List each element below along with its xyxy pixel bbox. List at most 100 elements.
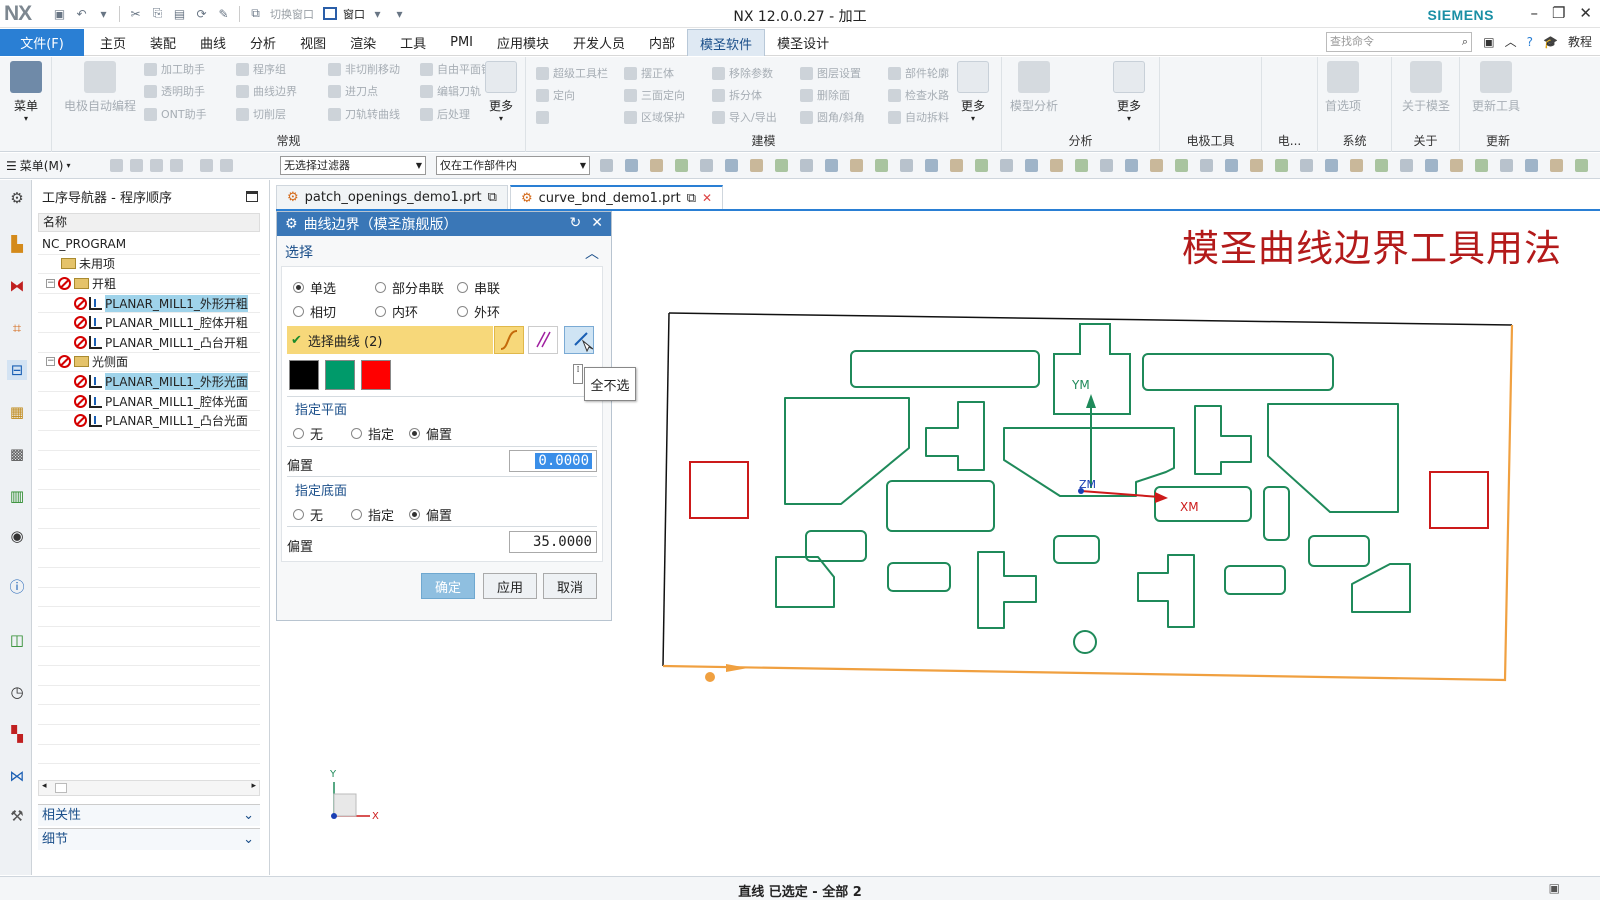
dependencies-panel[interactable]: 相关性 ⌄ (38, 804, 260, 826)
selection-tool-icon[interactable] (170, 159, 183, 172)
snap-tool-icon[interactable] (950, 159, 963, 172)
file-menu[interactable]: 文件(F) (0, 29, 84, 56)
radio-outer-loop[interactable]: 外环 (457, 302, 500, 321)
cg-cmd-cg2-0[interactable]: ONT助手 (144, 106, 222, 122)
ribbon-tab-12[interactable]: 模圣设计 (765, 29, 841, 56)
tree-row[interactable]: − 光侧面 (38, 353, 260, 373)
snap-tool-icon[interactable] (675, 159, 688, 172)
fullscreen-icon[interactable]: ▣ (1483, 35, 1494, 49)
snap-tool-icon[interactable] (1425, 159, 1438, 172)
ok-button[interactable]: 确定 (421, 573, 475, 599)
ribbon-tab-3[interactable]: 分析 (238, 29, 288, 56)
snap-tool-icon[interactable] (600, 159, 613, 172)
color-swatch-1[interactable] (325, 360, 355, 390)
part-navigator-icon[interactable]: ⌗ (7, 318, 27, 338)
cancel-button[interactable]: 取消 (543, 573, 597, 599)
tutorial-label[interactable]: 教程 (1568, 33, 1592, 50)
reuse-library-icon[interactable]: ▦ (7, 402, 27, 422)
tree-row[interactable]: − 开粗 (38, 274, 260, 294)
snap-tool-icon[interactable] (1375, 159, 1388, 172)
selection-tool-icon[interactable] (130, 159, 143, 172)
snap-tool-icon[interactable] (1275, 159, 1288, 172)
jm-cmd-jm0-1[interactable]: 摆正体 (624, 65, 700, 81)
selection-scope-select[interactable]: 仅在工作部件内 ▼ (436, 156, 590, 175)
more-button-2[interactable]: 更多 ▾ (950, 61, 996, 123)
jm-cmd-jm1-2[interactable]: 拆分体 (712, 87, 788, 103)
tree-row[interactable]: PLANAR_MILL1_凸台开粗 (38, 333, 260, 353)
history-icon[interactable]: ◉ (7, 526, 27, 546)
ribbon-tab-11[interactable]: 模圣软件 (687, 29, 766, 56)
tree-row[interactable]: PLANAR_MILL1_腔体开粗 (38, 313, 260, 333)
clock-icon[interactable]: ◷ (7, 682, 27, 702)
graphics-window[interactable] (612, 212, 1600, 874)
snap-tool-icon[interactable] (975, 159, 988, 172)
snap-tool-icon[interactable] (1575, 159, 1588, 172)
ribbon-tab-8[interactable]: 应用模块 (485, 29, 561, 56)
snap-tool-icon[interactable] (875, 159, 888, 172)
tree-row[interactable]: PLANAR_MILL1_腔体光面 (38, 392, 260, 412)
snap-tool-icon[interactable] (1300, 159, 1313, 172)
snap-tool-icon[interactable] (775, 159, 788, 172)
ribbon-tab-9[interactable]: 开发人员 (561, 29, 637, 56)
menu-big-button[interactable]: 菜单 ▾ (3, 61, 49, 123)
tutorial-icon[interactable]: 🎓 (1543, 35, 1558, 49)
plane-radio-specify[interactable]: 指定 (351, 424, 394, 443)
minimize-icon[interactable]: – (1530, 4, 1538, 22)
plane-offset-input[interactable]: 0.0000 (509, 450, 597, 472)
snap-tool-icon[interactable] (1050, 159, 1063, 172)
scroll-thumb[interactable] (55, 783, 67, 793)
ribbon-tab-10[interactable]: 内部 (637, 29, 687, 56)
floor-radio-specify[interactable]: 指定 (351, 505, 394, 524)
snap-tool-icon[interactable] (1500, 159, 1513, 172)
doc-tab-patch-openings[interactable]: ⚙ patch_openings_demo1.prt ⧉ (276, 185, 508, 209)
snap-tool-icon[interactable] (1550, 159, 1563, 172)
maximize-icon[interactable] (246, 191, 258, 202)
tree-row[interactable]: PLANAR_MILL1_外形开粗 (38, 294, 260, 314)
hd3d-icon[interactable]: ▩ (7, 444, 27, 464)
jm-cmd-jm1-3[interactable]: 删除面 (800, 87, 876, 103)
horizontal-scrollbar[interactable]: ◂ ▸ (38, 780, 260, 796)
snap-tool-icon[interactable] (1225, 159, 1238, 172)
collapse-ribbon-icon[interactable]: ︿ (1505, 33, 1517, 50)
assembly-navigator-icon[interactable]: ▙ (7, 234, 27, 254)
jm-cmd-jm0-2[interactable]: 移除参数 (712, 65, 788, 81)
roles-icon[interactable]: ◫ (7, 630, 27, 650)
apply-button[interactable]: 应用 (483, 573, 537, 599)
jm-cmd-jm0-3[interactable]: 图层设置 (800, 65, 876, 81)
snap-tool-icon[interactable] (925, 159, 938, 172)
cg-cmd-cg2-1[interactable]: 切削层 (236, 106, 314, 122)
undock-icon[interactable]: ⧉ (488, 190, 497, 205)
parallel-curves-button[interactable] (528, 326, 558, 354)
snap-tool-icon[interactable] (1000, 159, 1013, 172)
color-swatch-2[interactable] (361, 360, 391, 390)
electrode-auto-button[interactable]: 电极自动编程 (60, 61, 140, 114)
tree-row[interactable]: PLANAR_MILL1_凸台光面 (38, 411, 260, 431)
more-button-3[interactable]: 更多 ▾ (1106, 61, 1152, 123)
cg-cmd-cg0-2[interactable]: 非切削移动 (328, 61, 406, 77)
cg-cmd-cg0-1[interactable]: 程序组 (236, 61, 314, 77)
restore-icon[interactable]: ❐ (1552, 4, 1565, 22)
cg-cmd-cg1-1[interactable]: 曲线边界 (236, 83, 314, 99)
snap-tool-icon[interactable] (825, 159, 838, 172)
select-curve-row[interactable]: ✔ 选择曲线 (2) (287, 326, 493, 354)
snap-tool-icon[interactable] (1325, 159, 1338, 172)
snap-tool-icon[interactable] (625, 159, 638, 172)
color-swatch-0[interactable] (289, 360, 319, 390)
radio-inner-loop[interactable]: 内环 (375, 302, 418, 321)
update-tool-button[interactable]: 更新工具 (1464, 61, 1528, 114)
scroll-left-icon[interactable]: ◂ (42, 781, 47, 791)
floor-offset-input[interactable]: 35.0000 (509, 531, 597, 553)
ribbon-tab-7[interactable]: PMI (438, 29, 485, 56)
radio-partial-chain[interactable]: 部分串联 (375, 278, 444, 297)
selection-tool-icon[interactable] (150, 159, 163, 172)
snap-tool-icon[interactable] (800, 159, 813, 172)
snap-tool-icon[interactable] (850, 159, 863, 172)
about-mosheng-button[interactable]: 关于模圣 (1396, 61, 1456, 114)
close-icon[interactable]: ✕ (1579, 4, 1592, 22)
snap-tool-icon[interactable] (1150, 159, 1163, 172)
curve-rule-button[interactable] (494, 326, 524, 354)
ribbon-tab-5[interactable]: 渲染 (338, 29, 388, 56)
jm-cmd-jm1-1[interactable]: 三面定向 (624, 87, 700, 103)
jm-cmd-jm0-0[interactable]: 超级工具栏 (536, 65, 612, 81)
process-studio-icon[interactable]: ⓘ (7, 576, 27, 596)
